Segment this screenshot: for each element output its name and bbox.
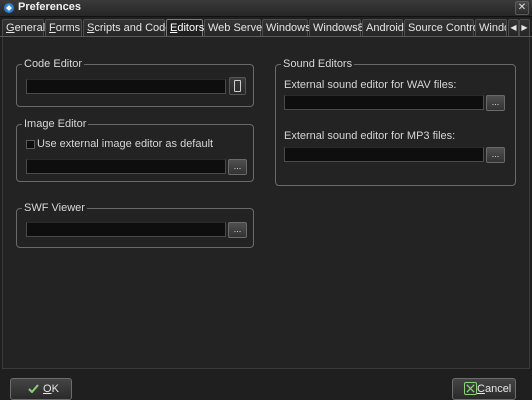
swf-viewer-browse-button[interactable]: ... [228, 222, 247, 238]
tab-web-server[interactable]: Web Server [204, 19, 266, 36]
image-editor-browse-button[interactable]: ... [228, 159, 247, 175]
tab-editors[interactable]: Editors [166, 19, 204, 36]
use-external-image-editor-label: Use external image editor as default [37, 138, 214, 150]
ok-button[interactable]: OK [10, 378, 72, 400]
tab-scripts-and-code[interactable]: Scripts and Code [83, 19, 171, 36]
tab-windows-truncated[interactable]: Windo [475, 19, 507, 36]
wav-editor-path-field[interactable] [284, 95, 484, 110]
close-icon: ✕ [517, 2, 527, 13]
swf-viewer-path-field[interactable] [26, 222, 226, 237]
wav-editor-browse-button[interactable]: ... [486, 95, 505, 111]
cancel-x-icon [464, 382, 477, 395]
tab-general[interactable]: General [2, 19, 45, 36]
tab-windows[interactable]: Windows [262, 19, 311, 36]
swf-viewer-legend: SWF Viewer [24, 202, 85, 214]
sound-editors-legend: Sound Editors [283, 58, 353, 70]
cancel-button[interactable]: Cancel [452, 378, 516, 400]
use-external-image-editor-checkbox[interactable] [26, 140, 35, 149]
sound-editors-group: Sound Editors [275, 58, 516, 186]
title-bar: Preferences ✕ [0, 0, 532, 17]
tab-android[interactable]: Android [362, 19, 404, 36]
mp3-editor-browse-button[interactable]: ... [486, 147, 505, 163]
image-editor-legend: Image Editor [24, 118, 87, 130]
app-logo-icon [4, 3, 14, 13]
tab-windows8[interactable]: Windows8 [309, 19, 364, 36]
mp3-editor-path-field[interactable] [284, 147, 484, 162]
mp3-editor-label: External sound editor for MP3 files: [284, 130, 456, 142]
chevron-left-icon: ◀ [510, 23, 517, 32]
code-editor-path-field[interactable] [26, 79, 226, 94]
tab-scroll-left-button[interactable]: ◀ [508, 19, 519, 36]
code-editor-device-button[interactable] [229, 77, 246, 95]
close-button[interactable]: ✕ [515, 1, 529, 15]
tab-bar: General Forms Scripts and Code Editors W… [0, 19, 532, 37]
code-editor-legend: Code Editor [24, 58, 83, 70]
wav-editor-label: External sound editor for WAV files: [284, 79, 457, 91]
tab-scroll-right-button[interactable]: ▶ [519, 19, 530, 36]
tab-forms[interactable]: Forms [45, 19, 82, 36]
image-editor-path-field[interactable] [26, 159, 226, 174]
tab-source-control[interactable]: Source Control [404, 19, 481, 36]
checkmark-icon [28, 384, 39, 393]
phone-icon [234, 80, 241, 92]
window-title: Preferences [18, 1, 81, 13]
chevron-right-icon: ▶ [521, 23, 528, 32]
